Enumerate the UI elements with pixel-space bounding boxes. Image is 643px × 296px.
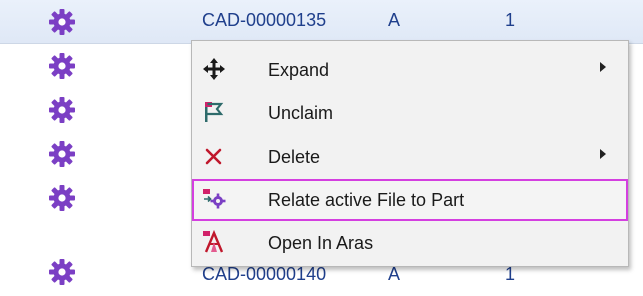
menu-item-expand[interactable]: Expand <box>192 49 628 91</box>
menu-item-label: Relate active File to Part <box>268 190 465 210</box>
menu-item-label: Delete <box>268 147 321 167</box>
delete-x-icon <box>202 144 226 168</box>
menu-item-label: Open In Aras <box>268 233 374 253</box>
relate-file-part-icon <box>202 187 226 211</box>
cell-name: CAD-00000135 <box>202 10 327 30</box>
context-menu: Expand Unclaim Delete Relate active File… <box>191 40 629 267</box>
menu-item-label: Unclaim <box>268 103 334 123</box>
cell-revision: A <box>388 10 401 30</box>
menu-item-delete[interactable]: Delete <box>192 136 628 178</box>
gear-icon <box>48 52 76 80</box>
unclaim-flag-icon <box>202 100 226 124</box>
table-row[interactable]: CAD-00000135 A 1 <box>0 0 643 44</box>
aras-logo-icon <box>202 230 226 254</box>
gear-icon <box>48 96 76 124</box>
menu-item-relate-file-to-part[interactable]: Relate active File to Part <box>192 179 628 221</box>
gear-icon <box>48 184 76 212</box>
menu-item-open-in-aras[interactable]: Open In Aras <box>192 222 628 264</box>
submenu-arrow-icon <box>600 149 606 159</box>
submenu-arrow-icon <box>600 62 606 72</box>
menu-item-label: Expand <box>268 60 330 80</box>
expand-arrows-icon <box>202 57 226 81</box>
gear-icon <box>48 8 76 36</box>
menu-item-unclaim[interactable]: Unclaim <box>192 92 628 134</box>
cell-quantity: 1 <box>505 10 516 30</box>
gear-icon <box>48 140 76 168</box>
